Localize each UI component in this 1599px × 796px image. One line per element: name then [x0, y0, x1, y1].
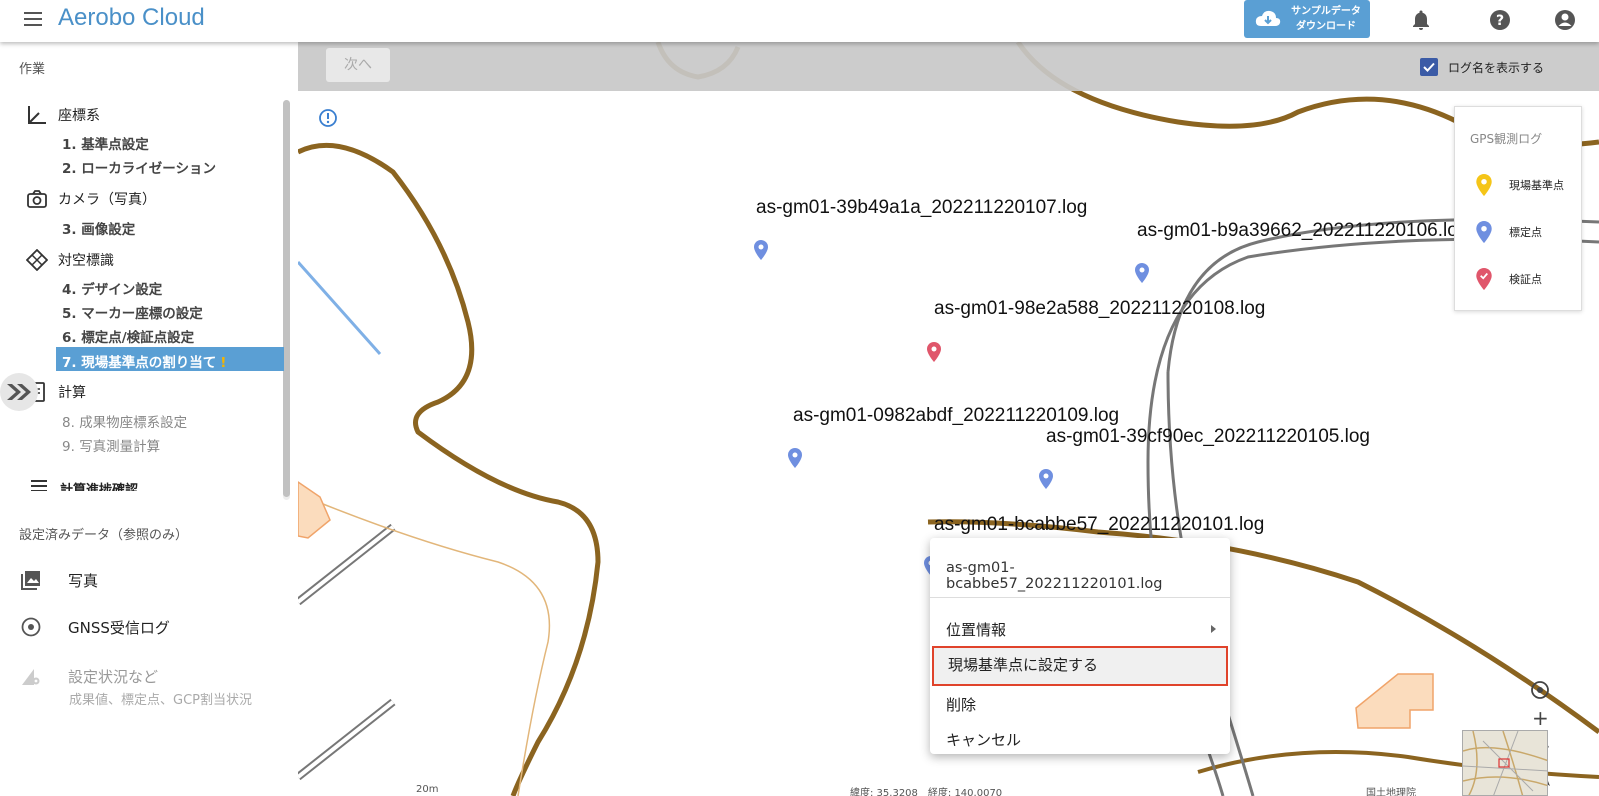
context-menu-header: as-gm01-bcabbe57_202211220101.log	[946, 560, 1163, 592]
step-1[interactable]: 1. 基準点設定	[62, 133, 149, 153]
collapse-sidebar-button[interactable]	[0, 373, 38, 411]
svg-text:?: ?	[1496, 13, 1504, 29]
control-point-pin[interactable]	[1039, 469, 1053, 489]
blue-pin-icon	[1476, 221, 1492, 243]
zoom-in-button[interactable]: +	[1532, 706, 1549, 730]
menu-icon[interactable]	[24, 12, 42, 26]
info-icon[interactable]	[318, 108, 338, 128]
gps-log-legend: GPS観測ログ 現場基準点 標定点 検証点	[1454, 106, 1582, 311]
checkbox-checked-icon	[1420, 58, 1438, 76]
red-check-pin-icon	[1476, 268, 1492, 290]
legend-item-check-point: 検証点	[1475, 268, 1542, 290]
target-marker-icon	[26, 249, 48, 271]
map-attribution[interactable]: 国土地理院	[1366, 784, 1416, 796]
log-label: as-gm01-b9a39662_202211220106.log	[1137, 220, 1469, 241]
map-toolbar: 次へ ログ名を表示する	[298, 42, 1599, 91]
group-camera: カメラ（写真）	[26, 188, 156, 210]
step-9[interactable]: 9. 写真測量計算	[62, 435, 160, 455]
list-icon	[31, 480, 47, 491]
log-label: as-gm01-bcabbe57_202211220101.log	[934, 514, 1265, 535]
control-point-pin[interactable]	[1135, 263, 1149, 283]
group-progress[interactable]: 計算進捗確認	[28, 477, 138, 491]
current-location-icon[interactable]	[1530, 680, 1550, 700]
control-point-pin[interactable]	[788, 448, 802, 468]
sidebar: 作業 座標系 1. 基準点設定 2. ローカライゼーション カメラ（写真） 3.…	[0, 42, 298, 796]
step-7-active[interactable]: 7. 現場基準点の割り当て!	[56, 347, 284, 371]
work-section-title: 作業	[19, 62, 46, 77]
step-4[interactable]: 4. デザイン設定	[62, 278, 162, 298]
step-8[interactable]: 8. 成果物座標系設定	[62, 411, 187, 431]
sample-data-download-button[interactable]: サンプルデータ ダウンロード	[1244, 0, 1370, 38]
reference-section-title: 設定済みデータ（参照のみ）	[19, 528, 189, 543]
log-label: as-gm01-0982abdf_202211220109.log	[793, 405, 1120, 426]
menu-item-set-site-reference[interactable]: 現場基準点に設定する	[932, 646, 1228, 686]
group-coordinate-system: 座標系	[26, 104, 100, 126]
gnss-target-icon	[21, 617, 41, 637]
menu-item-location-info[interactable]: 位置情報	[930, 611, 1230, 647]
control-point-pin[interactable]	[754, 240, 768, 260]
log-label: as-gm01-39cf90ec_202211220105.log	[1046, 426, 1370, 447]
ref-settings-status-sub: 成果値、標定点、GCP割当状況	[69, 693, 252, 708]
app-header: Aerobo Cloud サンプルデータ ダウンロード ?	[0, 0, 1599, 42]
step-5[interactable]: 5. マーカー座標の設定	[62, 302, 203, 322]
cloud-download-icon	[1255, 10, 1281, 26]
sidebar-scrollbar[interactable]	[283, 100, 290, 500]
overview-minimap[interactable]	[1462, 730, 1548, 796]
photo-library-icon	[21, 571, 40, 590]
warning-icon: !	[220, 355, 227, 371]
step-6[interactable]: 6. 標定点/検証点設定	[62, 326, 194, 346]
step-2[interactable]: 2. ローカライゼーション	[62, 157, 216, 177]
minimap-image	[1463, 731, 1547, 795]
scale-label: 20m	[416, 784, 439, 795]
submenu-arrow-icon	[1211, 625, 1216, 633]
map-view[interactable]: 次へ ログ名を表示する as-gm01-39b49a1a_20221122010…	[298, 42, 1599, 796]
download-label-line1: サンプルデータ	[1291, 6, 1361, 17]
divider	[930, 597, 1230, 598]
ref-settings-status: 設定状況など	[20, 665, 158, 687]
coordinates-readout: 緯度: 35.3208 経度: 140.0070	[850, 788, 1003, 796]
legend-item-control-point: 標定点	[1475, 221, 1542, 243]
axes-icon	[28, 106, 46, 124]
ref-gnss-logs[interactable]: GNSS受信ログ	[20, 616, 170, 638]
account-icon[interactable]	[1553, 8, 1577, 32]
show-log-names-checkbox[interactable]: ログ名を表示する	[1420, 58, 1544, 76]
camera-icon	[27, 190, 47, 208]
help-icon[interactable]: ?	[1488, 8, 1512, 32]
menu-item-delete[interactable]: 削除	[930, 686, 1230, 722]
log-label: as-gm01-39b49a1a_202211220107.log	[756, 197, 1088, 218]
download-label-line2: ダウンロード	[1296, 21, 1356, 32]
log-label: as-gm01-98e2a588_202211220108.log	[934, 298, 1266, 319]
menu-item-cancel[interactable]: キャンセル	[930, 721, 1230, 757]
ref-photos[interactable]: 写真	[20, 569, 98, 591]
settings-status-icon	[22, 669, 40, 685]
next-button[interactable]: 次へ	[326, 48, 390, 82]
legend-item-site-reference: 現場基準点	[1475, 174, 1564, 196]
group-aerial-marker: 対空標識	[26, 249, 114, 271]
log-context-menu: as-gm01-bcabbe57_202211220101.log 位置情報 現…	[930, 538, 1230, 754]
double-chevron-icon	[7, 384, 31, 400]
yellow-pin-icon	[1476, 174, 1492, 196]
step-3[interactable]: 3. 画像設定	[62, 218, 135, 238]
legend-title: GPS観測ログ	[1470, 132, 1543, 146]
check-point-pin[interactable]	[927, 342, 941, 362]
bell-icon[interactable]	[1409, 8, 1433, 32]
app-title: Aerobo Cloud	[58, 4, 205, 31]
